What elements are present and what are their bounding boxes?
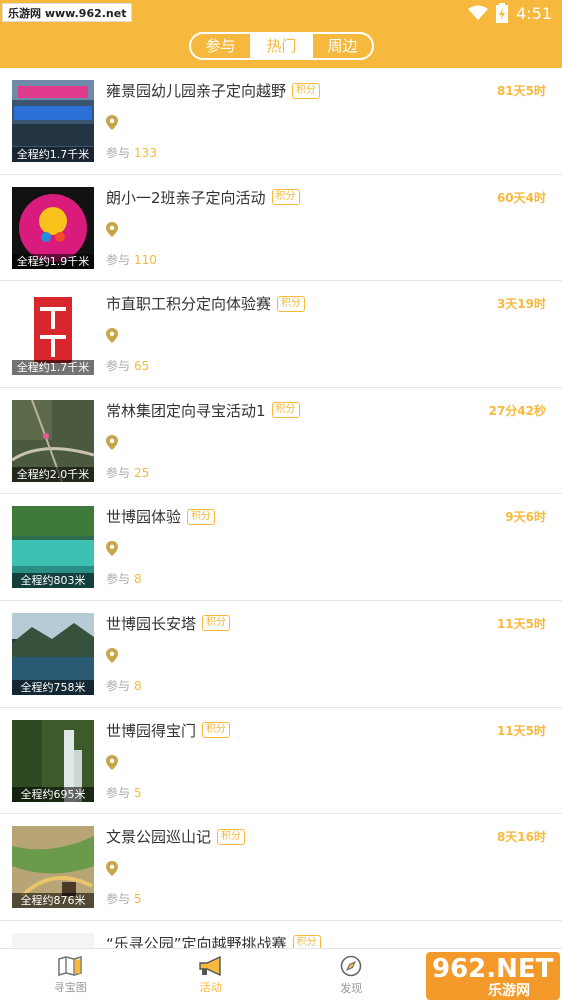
location-pin-icon bbox=[106, 328, 118, 344]
distance-label: 全程约803米 bbox=[12, 573, 94, 589]
activity-thumbnail: 全程约803米 bbox=[12, 506, 94, 589]
tab-popular[interactable]: 热门 bbox=[250, 34, 311, 58]
nav-label: 活动 bbox=[199, 981, 222, 994]
distance-label: 全程约2.0千米 bbox=[12, 466, 94, 482]
activity-thumbnail: 全程约876米 bbox=[12, 826, 94, 909]
status-bar: 乐游网 www.962.net 4:51 bbox=[0, 0, 562, 26]
clock: 4:51 bbox=[516, 3, 552, 23]
time-remaining: 60天4时 bbox=[496, 190, 546, 205]
participant-count: 25 bbox=[134, 465, 150, 480]
time-remaining: 81天5时 bbox=[496, 84, 546, 98]
distance-label: 全程约695米 bbox=[12, 786, 94, 802]
compass-icon bbox=[340, 955, 362, 977]
time-remaining: 8天16时 bbox=[496, 830, 546, 845]
nav-treasure-map[interactable]: 寻宝图 bbox=[0, 949, 141, 1002]
points-badge: 积分 bbox=[217, 828, 246, 845]
participants-label: 参与 bbox=[106, 572, 131, 587]
list-item[interactable]: 全程约758米 世博园长安塔 积分 11天5时 参与 8 bbox=[0, 600, 562, 708]
activity-title: 雍景园幼儿园亲子定向越野 bbox=[106, 82, 287, 100]
points-badge: 积分 bbox=[292, 935, 321, 948]
wifi-icon bbox=[468, 5, 489, 20]
participant-count: 5 bbox=[134, 892, 142, 907]
activity-title: 世博园长安塔 bbox=[106, 614, 197, 633]
time-remaining: 11天5时 bbox=[496, 616, 546, 631]
activity-thumbnail: 全程约1.7千米 bbox=[12, 293, 94, 376]
nav-activities[interactable]: 活动 bbox=[141, 949, 282, 1002]
activity-image bbox=[12, 932, 94, 948]
battery-icon bbox=[496, 3, 509, 23]
time-remaining: 3天19时 bbox=[496, 297, 546, 312]
time-remaining: 11天5时 bbox=[496, 723, 546, 738]
megaphone-icon bbox=[199, 956, 221, 976]
activity-title: 世博园得宝门 bbox=[106, 721, 197, 740]
points-badge: 积分 bbox=[271, 189, 300, 206]
activity-thumbnail: 全程约758米 bbox=[12, 612, 94, 695]
participant-count: 110 bbox=[134, 252, 157, 267]
participants-label: 参与 bbox=[106, 892, 131, 907]
activity-thumbnail bbox=[12, 932, 94, 948]
points-badge: 积分 bbox=[271, 402, 300, 419]
map-icon bbox=[58, 956, 83, 976]
points-badge: 积分 bbox=[187, 508, 216, 525]
distance-label: 全程约1.7千米 bbox=[12, 147, 94, 162]
participants-label: 参与 bbox=[106, 785, 131, 800]
points-badge: 积分 bbox=[202, 615, 231, 632]
points-badge: 积分 bbox=[277, 295, 306, 312]
activity-thumbnail: 全程约1.7千米 bbox=[12, 80, 94, 162]
location-pin-icon bbox=[106, 434, 118, 450]
list-item[interactable]: “乐寻公园”定向越野挑战赛 积分 bbox=[0, 920, 562, 948]
list-item[interactable]: 全程约876米 文景公园巡山记 积分 8天16时 参与 5 bbox=[0, 814, 562, 921]
activity-title: “乐寻公园”定向越野挑战赛 bbox=[106, 934, 287, 948]
activity-thumbnail: 全程约2.0千米 bbox=[12, 399, 94, 482]
participants-label: 参与 bbox=[106, 465, 131, 480]
activity-title: 常林集团定向寻宝活动1 bbox=[106, 401, 266, 420]
tab-participated[interactable]: 参与 bbox=[191, 34, 250, 58]
location-pin-icon bbox=[106, 754, 118, 770]
location-pin-icon bbox=[106, 861, 118, 877]
activity-thumbnail: 全程约695米 bbox=[12, 719, 94, 802]
activity-title: 市直职工积分定向体验赛 bbox=[106, 295, 272, 314]
participants-label: 参与 bbox=[106, 252, 131, 267]
nav-label: 寻宝图 bbox=[53, 981, 87, 994]
points-badge: 积分 bbox=[202, 722, 231, 739]
participant-count: 8 bbox=[134, 678, 142, 693]
distance-label: 全程约758米 bbox=[12, 679, 94, 695]
points-badge: 积分 bbox=[292, 82, 321, 99]
distance-label: 全程约1.7千米 bbox=[12, 360, 94, 376]
distance-label: 全程约1.9千米 bbox=[12, 253, 94, 269]
activity-title: 朗小一2班亲子定向活动 bbox=[106, 188, 266, 207]
list-item[interactable]: 全程约1.7千米 市直职工积分定向体验赛 积分 3天19时 参与 65 bbox=[0, 281, 562, 388]
activity-title: 文景公园巡山记 bbox=[106, 828, 212, 847]
list-item[interactable]: 全程约1.9千米 朗小一2班亲子定向活动 积分 60天4时 参与 110 bbox=[0, 174, 562, 282]
activity-list[interactable]: 全程约1.7千米 雍景园幼儿园亲子定向越野 积分 81天5时 参与 133 全程约… bbox=[0, 68, 562, 948]
participants-label: 参与 bbox=[106, 146, 131, 160]
nav-label: 发现 bbox=[340, 982, 363, 995]
tab-nearby[interactable]: 周边 bbox=[311, 34, 372, 58]
list-item[interactable]: 全程约803米 世博园体验 积分 9天6时 参与 8 bbox=[0, 494, 562, 601]
time-remaining: 27分42秒 bbox=[488, 403, 546, 418]
participant-count: 65 bbox=[134, 359, 150, 374]
location-pin-icon bbox=[106, 221, 118, 237]
participant-count: 133 bbox=[134, 146, 157, 160]
list-item[interactable]: 全程约2.0千米 常林集团定向寻宝活动1 积分 27分42秒 参与 25 bbox=[0, 387, 562, 495]
activity-title: 世博园体验 bbox=[106, 508, 182, 527]
list-item[interactable]: 全程约695米 世博园得宝门 积分 11天5时 参与 5 bbox=[0, 707, 562, 815]
watermark-logo: 962.NET 乐游网 bbox=[426, 952, 560, 1000]
location-pin-icon bbox=[106, 541, 118, 557]
tab-switcher: 参与 热门 周边 bbox=[189, 32, 374, 60]
watermark-badge: 乐游网 www.962.net bbox=[2, 3, 133, 22]
list-item[interactable]: 全程约1.7千米 雍景园幼儿园亲子定向越野 积分 81天5时 参与 133 bbox=[0, 68, 562, 175]
participants-label: 参与 bbox=[106, 678, 131, 693]
nav-discover[interactable]: 发现 bbox=[281, 949, 422, 1002]
location-pin-icon bbox=[106, 647, 118, 663]
participant-count: 5 bbox=[134, 785, 142, 800]
location-pin-icon bbox=[106, 115, 118, 130]
participants-label: 参与 bbox=[106, 359, 131, 374]
header: 参与 热门 周边 bbox=[0, 26, 562, 68]
distance-label: 全程约876米 bbox=[12, 893, 94, 909]
activity-thumbnail: 全程约1.9千米 bbox=[12, 186, 94, 269]
participant-count: 8 bbox=[134, 572, 142, 587]
time-remaining: 9天6时 bbox=[505, 510, 546, 525]
watermark-logo-subtext: 乐游网 bbox=[488, 983, 530, 999]
